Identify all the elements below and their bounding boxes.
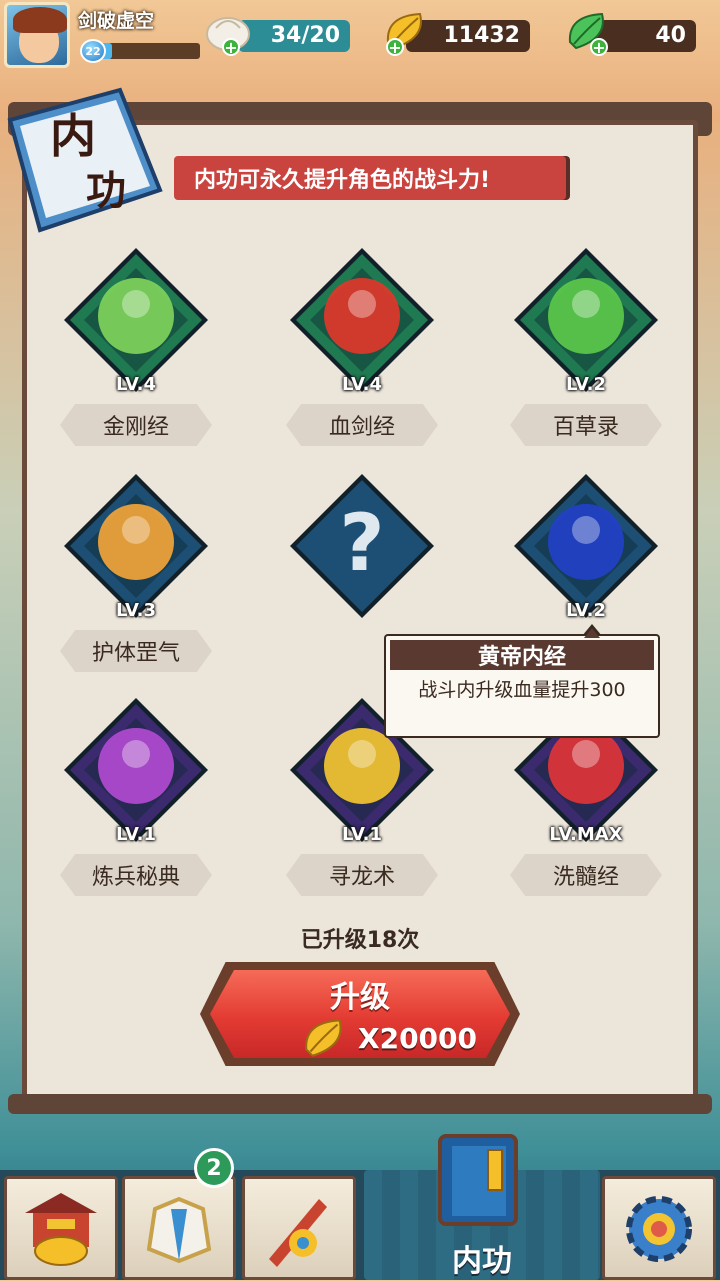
armor-icon [146,1196,212,1264]
avatar-hair [13,7,67,33]
skill-name: 血剑经 [286,404,438,446]
player-level-badge: 22 [80,39,106,63]
emblem-text-1: 内 [50,109,96,163]
skill-level: LV.MAX [549,824,623,845]
player-name: 剑破虚空 [78,10,155,32]
skill-name: 金刚经 [60,404,212,446]
top-bar: 剑破虚空 22 34/20 + 11432 + 40 + [0,0,720,75]
svg-text:?: ? [339,499,384,589]
skill-name: 护体罡气 [60,630,212,672]
tooltip-arrow-inner [584,628,600,638]
strong-man-icon [64,248,208,392]
stamina-value: 34/20 [270,23,340,48]
skill-level: LV.1 [342,824,382,845]
skill-level: LV.2 [566,600,606,621]
skill-level: LV.4 [116,374,156,395]
player-avatar[interactable] [4,2,70,68]
jade-value: 40 [655,23,686,48]
herb-leaf-icon [514,248,658,392]
skill-card[interactable]: LV.3 护体罡气 [46,472,226,682]
shop-icon [25,1193,97,1266]
add-gold-button[interactable]: + [386,38,404,57]
gold-value: 11432 [443,23,520,48]
skill-level: LV.1 [116,824,156,845]
skill-level: LV.4 [342,374,382,395]
skill-name: 百草录 [510,404,662,446]
add-stamina-button[interactable]: + [222,38,240,57]
skill-card[interactable]: LV.4 血剑经 [272,246,452,456]
skill-level: LV.2 [566,374,606,395]
nav-armor[interactable] [122,1176,236,1280]
book-icon [438,1134,518,1226]
nav-shop[interactable] [4,1176,118,1280]
skill-card[interactable]: LV.4 金刚经 [46,246,226,456]
emblem-text-2: 功 [86,167,126,214]
anvil-icon [64,698,208,842]
skill-name: 炼兵秘典 [60,854,212,896]
upgrade-cost: X20000 [358,1022,477,1055]
panel-banner: 内功可永久提升角色的战斗力! [174,156,566,200]
skill-card[interactable]: LV.1 炼兵秘典 [46,696,226,906]
blood-sword-icon [290,248,434,392]
upgrade-count: 已升级18次 [300,928,420,953]
nav-settings[interactable] [602,1176,716,1280]
add-jade-button[interactable]: + [590,38,608,57]
tooltip-title: 黄帝内经 [390,640,654,670]
upgrade-button-label: 升级 [330,980,390,1015]
nav-neigong-label: 内功 [452,1244,512,1279]
skill-name: 寻龙术 [286,854,438,896]
blue-spirit-icon [514,474,658,618]
skill-card[interactable]: LV.2 百草录 [496,246,676,456]
settings-gear-icon [626,1196,692,1262]
gold-leaf-icon [305,1019,342,1057]
skill-tooltip: 黄帝内经 战斗内升级血量提升300 [384,624,660,738]
golden-body-icon [64,474,208,618]
skill-name: 洗髓经 [510,854,662,896]
tooltip-text: 战斗内升级血量提升300 [418,679,626,701]
locked-question-icon: ? [290,474,434,618]
xp-bar [100,43,200,59]
stamina-counter[interactable]: 34/20 [238,20,350,52]
skill-level: LV.3 [116,600,156,621]
weapon-icon [269,1199,327,1267]
neigong-scroll-emblem: 内 功 [7,87,163,233]
panel-bottom-rail [8,1094,712,1114]
armor-notification-badge: 2 [194,1148,234,1188]
nav-weapon[interactable] [242,1176,356,1280]
